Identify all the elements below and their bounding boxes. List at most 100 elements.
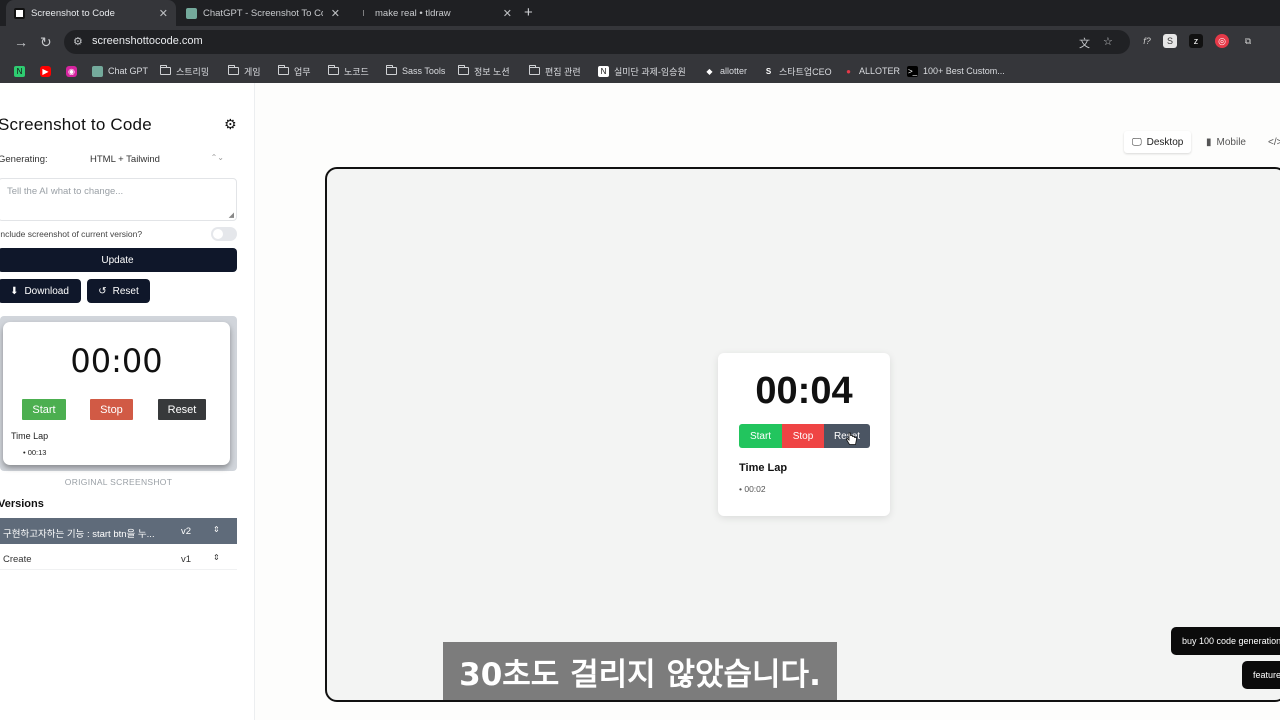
bookmark-star-icon[interactable]: ☆ [1103, 35, 1113, 48]
bookmark-label: allotter [720, 66, 748, 76]
lap-title: Time Lap [739, 462, 788, 474]
feature-banner[interactable]: feature [1242, 661, 1280, 689]
bookmark-label: Sass Tools [402, 66, 446, 76]
bookmark-item[interactable]: ◆ allotter [704, 63, 747, 79]
url-text: screenshottocode.com [92, 35, 203, 47]
close-icon[interactable]: ✕ [331, 7, 340, 20]
bookmark-item[interactable]: N 실미단 과제-임승원 [598, 63, 686, 79]
close-icon[interactable]: ✕ [159, 7, 168, 20]
stop-button[interactable]: Stop [782, 424, 824, 448]
red-extension-icon[interactable]: ◎ [1215, 34, 1229, 48]
tab-title: ChatGPT - Screenshot To Code [203, 7, 323, 19]
chatgpt-icon [92, 65, 103, 77]
bookmark-item[interactable]: N [14, 63, 30, 79]
translate-icon[interactable]: 文 [1079, 35, 1090, 51]
download-button[interactable]: ⬇ Download [0, 279, 81, 303]
bookmark-folder[interactable]: 정보 노션 [457, 63, 510, 79]
site-info-icon[interactable]: ⚙ [73, 35, 83, 48]
resize-handle-icon[interactable]: ◢ [229, 211, 234, 219]
notion-icon: N [598, 65, 609, 77]
formula-extension-icon[interactable]: f? [1140, 34, 1154, 48]
app-title: Screenshot to Code [0, 115, 152, 134]
folder-icon [227, 65, 239, 75]
tldraw-icon: ⁝ [362, 8, 365, 18]
bookmark-folder[interactable]: 업무 [277, 63, 311, 79]
bookmark-folder[interactable]: Sass Tools [385, 63, 446, 79]
settings-gear-icon[interactable]: ⚙ [224, 116, 237, 133]
bookmark-item[interactable]: ◉ [66, 63, 82, 79]
bookmark-label: ALLOTER [859, 66, 901, 76]
desktop-view-tab[interactable]: 🖵 Desktop [1124, 131, 1192, 153]
update-button[interactable]: Update [0, 248, 237, 272]
bookmark-folder[interactable]: 노코드 [327, 63, 369, 79]
phone-icon: ▮ [1206, 136, 1212, 148]
bookmark-label: Chat GPT [108, 66, 149, 76]
monitor-icon: 🖵 [1132, 136, 1142, 148]
thumbnail-lap-item: • 00:13 [23, 448, 47, 457]
bookmark-item[interactable]: >_ 100+ Best Custom... [907, 63, 1005, 79]
stack-select-value: HTML + Tailwind [90, 154, 160, 165]
download-label: Download [24, 285, 69, 297]
terminal-icon: >_ [907, 65, 918, 77]
bookmark-folder[interactable]: 스트리밍 [159, 63, 209, 79]
bookmark-item[interactable]: ● ALLOTER [843, 63, 900, 79]
code-view-tab[interactable]: </> [1260, 131, 1280, 153]
youtube-icon: ▶ [40, 65, 51, 77]
tab-tldraw[interactable]: ⁝ make real • tldraw ✕ [350, 0, 520, 26]
z-extension-icon[interactable]: z [1189, 34, 1203, 48]
version-number: v2 [181, 526, 192, 537]
close-icon[interactable]: ✕ [503, 7, 512, 20]
reset-button[interactable]: ↺ Reset [87, 279, 150, 303]
video-subtitle: 30초도 걸리지 않았습니다. [443, 642, 837, 700]
bookmark-item[interactable]: ▶ [40, 63, 56, 79]
version-item-v2[interactable]: 구현하고자하는 기능 : start btn을 누... v2 ⇕ [0, 518, 237, 544]
reload-icon[interactable]: ↻ [40, 34, 52, 51]
thumbnail-reset-button: Reset [158, 399, 206, 420]
mobile-label: Mobile [1216, 136, 1246, 148]
puzzle-extensions-icon[interactable]: ⧉ [1241, 34, 1255, 48]
tab-screenshot-to-code[interactable]: Screenshot to Code ✕ [6, 0, 176, 26]
bookmarks-bar: N ▶ ◉ Chat GPT 스트리밍 게임 업무 노코드 Sass Tools… [0, 58, 1280, 83]
chevron-updown-icon[interactable]: ⇕ [213, 553, 220, 562]
thumbnail-time: 00:00 [70, 342, 163, 380]
bookmark-label: 업무 [294, 66, 311, 77]
undo-icon: ↺ [98, 285, 107, 297]
bookmark-label: 편집 관련 [545, 66, 581, 77]
folder-icon [385, 65, 397, 75]
tab-title: make real • tldraw [375, 7, 451, 19]
start-button[interactable]: Start [739, 424, 782, 448]
bookmark-label: 정보 노션 [474, 66, 510, 77]
forward-arrow-icon[interactable]: → [14, 34, 28, 50]
new-tab-icon[interactable]: + [524, 4, 533, 21]
bookmark-item[interactable]: S 스타트업CEO [763, 63, 832, 79]
mobile-view-tab[interactable]: ▮ Mobile [1198, 131, 1254, 153]
lap-item: • 00:02 [739, 484, 766, 494]
prompt-placeholder: Tell the AI what to change... [7, 186, 124, 197]
bookmark-item[interactable]: Chat GPT [92, 63, 148, 79]
bookmark-label: 게임 [244, 66, 261, 77]
bookmark-label: 스타트업CEO [779, 66, 832, 77]
browser-toolbar: → ↻ ⚙ screenshottocode.com 文 ☆ f? S z ◎ … [0, 26, 1280, 58]
thumbnail-card: 00:00 Start Stop Reset Time Lap • 00:13 [3, 322, 230, 465]
bookmark-folder[interactable]: 게임 [227, 63, 261, 79]
chevron-updown-icon: ⌃⌄ [210, 153, 224, 162]
original-screenshot-thumbnail[interactable]: 00:00 Start Stop Reset Time Lap • 00:13 [0, 316, 237, 471]
tab-title: Screenshot to Code [31, 7, 115, 19]
folder-icon [327, 65, 339, 75]
buy-generations-banner[interactable]: buy 100 code generations [1171, 627, 1280, 655]
chevron-updown-icon[interactable]: ⇕ [213, 525, 220, 534]
s-extension-icon[interactable]: S [1163, 34, 1177, 48]
bookmark-folder[interactable]: 편집 관련 [528, 63, 581, 79]
include-screenshot-label: Include screenshot of current version? [0, 229, 143, 239]
tab-chatgpt[interactable]: ChatGPT - Screenshot To Code ✕ [178, 0, 348, 26]
prompt-textarea[interactable]: Tell the AI what to change... ◢ [0, 178, 237, 221]
instagram-icon: ◉ [66, 65, 77, 77]
version-text: 구현하고자하는 기능 : start btn을 누... [3, 529, 155, 540]
include-screenshot-toggle[interactable] [211, 227, 237, 241]
address-bar[interactable]: ⚙ screenshottocode.com 文 ☆ [64, 30, 1130, 54]
stack-select[interactable]: HTML + Tailwind ⌃⌄ [90, 153, 236, 165]
version-item-v1[interactable]: Create v1 ⇕ [0, 546, 237, 570]
stopwatch-time: 00:04 [755, 370, 853, 412]
code-icon: </> [1268, 136, 1280, 148]
desktop-label: Desktop [1146, 136, 1184, 148]
